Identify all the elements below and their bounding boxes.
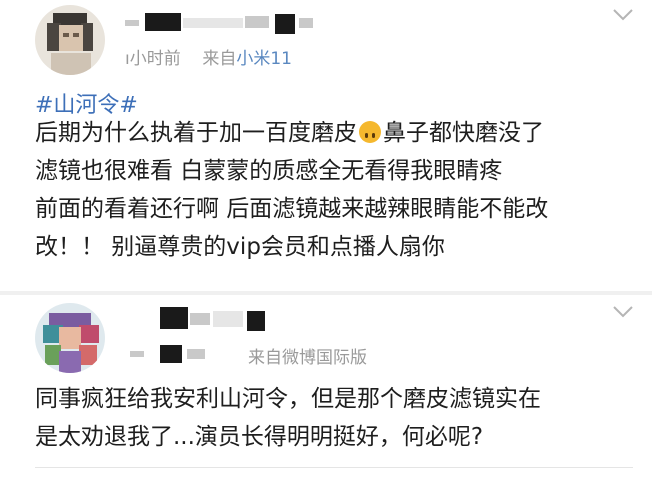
post-line: 改！！ 别逼尊贵的vip会员和点播人扇你 bbox=[35, 234, 445, 260]
upside-down-face-emoji-icon bbox=[359, 121, 381, 143]
post-source[interactable]: 小米11 bbox=[236, 49, 292, 69]
post-body: 后期为什么执着于加一百度磨皮 鼻子都快磨没了 滤镜也很难看 白蒙蒙的质感全无看得我… bbox=[35, 114, 548, 266]
post-line: 同事疯狂给我安利山河令，但是那个磨皮滤镜实在 bbox=[35, 386, 541, 412]
post-from: 来自 bbox=[202, 49, 237, 69]
post-source[interactable]: 来自微博国际版 bbox=[248, 348, 367, 368]
post-meta: 来自微博国际版 bbox=[248, 343, 367, 368]
post-time: ı小时前 bbox=[125, 49, 181, 69]
post-line: 滤镜也很难看 白蒙蒙的质感全无看得我眼睛疼 bbox=[35, 158, 503, 184]
post-line: 是太劝退我了...演员长得明明挺好，何必呢? bbox=[35, 424, 484, 450]
chevron-down-icon[interactable] bbox=[612, 8, 634, 22]
post-card-2: 来自微博国际版 同事疯狂给我安利山河令，但是那个磨皮滤镜实在 是太劝退我了...… bbox=[0, 295, 652, 479]
username-blurred[interactable] bbox=[125, 10, 325, 40]
post-body: 同事疯狂给我安利山河令，但是那个磨皮滤镜实在 是太劝退我了...演员长得明明挺好… bbox=[35, 380, 541, 456]
avatar[interactable] bbox=[35, 5, 105, 75]
chevron-down-icon[interactable] bbox=[612, 305, 634, 319]
divider bbox=[35, 467, 633, 468]
post-card-1: ı小时前 来自小米11 #山河令# 后期为什么执着于加一百度磨皮 鼻子都快磨没了 … bbox=[0, 0, 652, 290]
post-meta: ı小时前 来自小米11 bbox=[125, 44, 292, 69]
avatar[interactable] bbox=[35, 303, 105, 373]
post-line: 后期为什么执着于加一百度磨皮 鼻子都快磨没了 bbox=[35, 120, 544, 146]
post-line: 前面的看着还行啊 后面滤镜越来越辣眼睛能不能改 bbox=[35, 196, 549, 222]
